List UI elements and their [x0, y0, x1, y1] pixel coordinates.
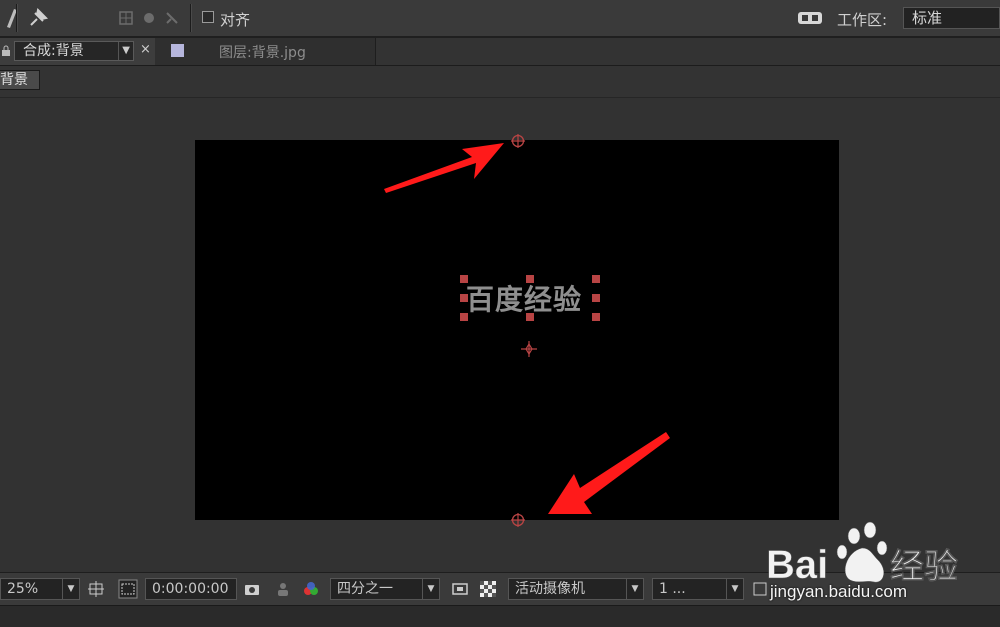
snap-checkbox[interactable] [202, 11, 214, 23]
puppet-starch-icon[interactable] [114, 6, 138, 30]
workspace-label: 工作区: [837, 11, 888, 29]
selection-handle[interactable] [592, 294, 600, 302]
view-layout-value: 1 ... [659, 581, 686, 597]
composition-breadcrumb-bar: 背景 [0, 66, 1000, 98]
camera-view-select[interactable]: 活动摄像机 ▼ [508, 578, 644, 600]
tab-layer[interactable]: 图层:背景.jpg [155, 38, 376, 65]
show-snapshot-icon[interactable] [275, 581, 291, 597]
puppet-overlap-icon[interactable] [137, 6, 161, 30]
watermark-url: jingyan.baidu.com [770, 582, 908, 601]
zoom-select[interactable]: 25% ▼ [0, 578, 80, 600]
transparency-grid-icon[interactable] [480, 581, 496, 597]
view-layout-select[interactable]: 1 ... ▼ [652, 578, 744, 600]
status-strip [0, 605, 1000, 627]
workspace-menu-icon[interactable] [796, 6, 824, 30]
fast-preview-icon[interactable] [452, 581, 468, 597]
chevron-down-icon: ▼ [726, 579, 743, 599]
anchor-point-icon[interactable] [520, 340, 538, 358]
workspace-select[interactable]: 标准 [903, 7, 1000, 29]
watermark-logo-text: Bai [766, 543, 828, 587]
toolbar-divider [190, 4, 192, 32]
selection-handle[interactable] [460, 275, 468, 283]
lock-icon[interactable] [1, 45, 11, 57]
resolution-select[interactable]: 四分之一 ▼ [330, 578, 440, 600]
selection-handle[interactable] [460, 294, 468, 302]
top-toolbar: 对齐 工作区: 标准 [0, 0, 1000, 38]
color-channels-icon[interactable] [303, 581, 319, 597]
watermark-logo-text-cn: 经验 [890, 547, 958, 587]
toolbar-divider [16, 4, 18, 32]
composition-dropdown[interactable]: 合成:背景 ▼ [14, 41, 134, 61]
selection-handle[interactable] [460, 313, 468, 321]
layer-tab-label: 图层:背景.jpg [219, 45, 306, 61]
chevron-down-icon: ▼ [118, 42, 130, 60]
composition-dropdown-label: 合成:背景 [23, 43, 84, 59]
camera-snapshot-icon[interactable] [244, 581, 260, 597]
tab-composition[interactable]: 合成:背景 ▼ × [0, 38, 155, 65]
annotation-arrow-icon [384, 143, 504, 193]
region-of-interest-icon[interactable] [118, 579, 138, 599]
composition-canvas[interactable] [195, 140, 839, 520]
breadcrumb[interactable]: 背景 [0, 70, 40, 90]
puppet-tool-icon[interactable] [160, 6, 184, 30]
panel-tab-bar: 合成:背景 ▼ × 图层:背景.jpg [0, 38, 1000, 66]
annotation-arrow-icon [548, 432, 670, 514]
close-icon[interactable]: × [140, 42, 151, 57]
breadcrumb-label: 背景 [0, 72, 28, 88]
safe-margins-icon[interactable] [88, 581, 104, 597]
puppet-pin-tool-icon[interactable] [26, 6, 50, 30]
position-keyframe-icon[interactable] [510, 133, 526, 149]
selection-handle[interactable] [526, 313, 534, 321]
timecode-field[interactable]: 0:00:00:00 [145, 578, 237, 600]
resolution-value: 四分之一 [337, 581, 393, 597]
selection-handle[interactable] [592, 313, 600, 321]
zoom-value: 25% [7, 581, 39, 597]
snap-label: 对齐 [220, 11, 251, 29]
chevron-down-icon: ▼ [62, 579, 79, 599]
workspace-value: 标准 [912, 9, 943, 27]
selection-handle[interactable] [592, 275, 600, 283]
pen-tool-icon[interactable] [0, 6, 24, 30]
selection-handle[interactable] [526, 275, 534, 283]
layer-color-swatch [171, 44, 184, 57]
camera-view-value: 活动摄像机 [515, 581, 585, 597]
position-keyframe-icon[interactable] [510, 512, 526, 528]
chevron-down-icon: ▼ [626, 579, 643, 599]
text-layer[interactable]: 百度经验 [466, 278, 582, 318]
chevron-down-icon: ▼ [422, 579, 439, 599]
timecode-value: 0:00:00:00 [152, 581, 229, 597]
